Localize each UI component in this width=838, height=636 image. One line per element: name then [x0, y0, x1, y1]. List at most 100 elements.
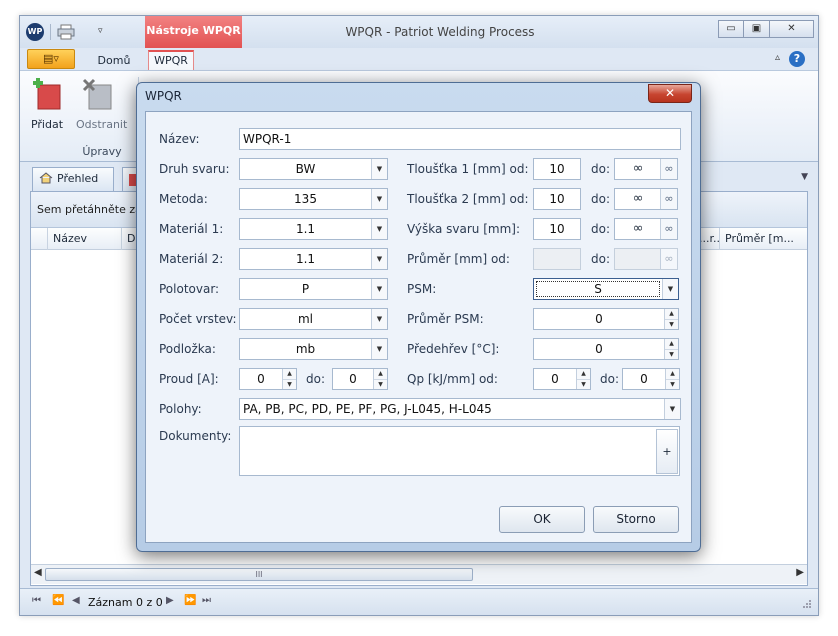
name-input[interactable]: WPQR-1	[239, 128, 681, 150]
previous-page-icon[interactable]: ⏪	[52, 595, 64, 606]
app-logo-icon[interactable]: WP	[26, 23, 44, 41]
psm-diameter-spinner[interactable]: 0 ▲ ▼	[533, 308, 679, 330]
title-bar: WP ▿ Nástroje WPQR WPQR - Patriot Weldin…	[20, 16, 818, 48]
chevron-down-icon[interactable]: ▼	[371, 159, 387, 179]
add-document-button[interactable]: +	[656, 429, 678, 474]
preheat-label: Předehřev [°C]:	[407, 342, 500, 356]
product-form-label: Polotovar:	[159, 282, 220, 296]
psm-diameter-label: Průměr PSM:	[407, 312, 484, 326]
current-label: Proud [A]:	[159, 372, 219, 386]
next-page-icon[interactable]: ⏩	[184, 595, 196, 606]
chevron-down-icon[interactable]: ▼	[371, 339, 387, 359]
column-header-name[interactable]: Název	[47, 228, 121, 250]
layers-select[interactable]: ml ▼	[239, 308, 388, 330]
current-to-spinner[interactable]: 0 ▲ ▼	[332, 368, 388, 390]
ok-button[interactable]: OK	[499, 506, 585, 533]
spinner-arrows-icon[interactable]: ▲ ▼	[282, 369, 296, 389]
chevron-down-icon[interactable]: ▼	[371, 309, 387, 329]
delete-document-icon	[82, 78, 112, 110]
dialog-close-button[interactable]: ✕	[648, 84, 692, 103]
infinity-toggle-icon[interactable]: ∞	[660, 189, 677, 209]
scroll-thumb[interactable]: III	[45, 568, 473, 581]
layers-label: Počet vrstev:	[159, 312, 237, 326]
resize-grip-icon[interactable]	[802, 599, 812, 609]
current-to-label: do:	[306, 372, 326, 386]
chevron-down-icon[interactable]: ▼	[664, 399, 680, 419]
previous-record-icon[interactable]: ◀	[72, 595, 80, 606]
column-header-diameter[interactable]: Průměr [m...	[719, 228, 807, 250]
chevron-down-icon[interactable]: ▼	[662, 279, 678, 299]
infinity-toggle-icon[interactable]: ∞	[660, 159, 677, 179]
material2-select[interactable]: 1.1 ▼	[239, 248, 388, 270]
infinity-toggle-icon[interactable]: ∞	[660, 249, 677, 269]
method-select[interactable]: 135 ▼	[239, 188, 388, 210]
thickness1-to-label: do:	[591, 162, 611, 176]
positions-select[interactable]: PA, PB, PC, PD, PE, PF, PG, J-L045, H-L0…	[239, 398, 681, 420]
window-title: WPQR - Patriot Welding Process	[345, 25, 535, 39]
dialog-body: Název: WPQR-1 Druh svaru: BW ▼ Metoda: 1…	[145, 111, 692, 543]
dialog-title: WPQR	[145, 89, 182, 103]
tab-overview[interactable]: Přehled	[32, 167, 114, 191]
help-icon[interactable]: ?	[789, 51, 805, 67]
thickness2-to-label: do:	[591, 192, 611, 206]
quick-access-dropdown-icon[interactable]: ▿	[98, 26, 103, 36]
chevron-down-icon[interactable]: ▼	[371, 249, 387, 269]
file-menu-button[interactable]: ▤▿	[27, 49, 75, 69]
delete-button[interactable]: Odstranit	[76, 77, 127, 131]
thickness1-to-input[interactable]: ∞ ∞	[614, 158, 678, 180]
diameter-to-input[interactable]: ∞	[614, 248, 678, 270]
scroll-left-icon[interactable]: ◀	[34, 567, 42, 578]
infinity-toggle-icon[interactable]: ∞	[660, 219, 677, 239]
spinner-arrows-icon[interactable]: ▲ ▼	[373, 369, 387, 389]
heat-input-from-spinner[interactable]: 0 ▲ ▼	[533, 368, 591, 390]
first-record-icon[interactable]: ⏮	[32, 595, 41, 606]
tabs-dropdown-icon[interactable]: ▼	[801, 172, 808, 182]
wpqr-dialog: WPQR ✕ Název: WPQR-1 Druh svaru: BW ▼ Me…	[136, 82, 701, 552]
next-record-icon[interactable]: ▶	[166, 595, 174, 606]
spinner-arrows-icon[interactable]: ▲ ▼	[664, 309, 678, 329]
name-label: Název:	[159, 132, 200, 146]
product-form-value: P	[301, 282, 310, 296]
window-controls: ▭ ▣ ✕	[718, 20, 814, 38]
chevron-down-icon[interactable]: ▼	[371, 189, 387, 209]
spinner-arrows-icon[interactable]: ▲ ▼	[664, 339, 678, 359]
add-button[interactable]: Přidat	[25, 77, 69, 131]
psm-value: S	[536, 281, 660, 297]
chevron-down-icon[interactable]: ▼	[371, 279, 387, 299]
documents-list[interactable]: +	[239, 426, 680, 476]
spinner-arrows-icon[interactable]: ▲ ▼	[665, 369, 679, 389]
psm-label: PSM:	[407, 282, 437, 296]
printer-icon[interactable]	[57, 24, 75, 40]
heat-input-to-spinner[interactable]: 0 ▲ ▼	[622, 368, 680, 390]
thickness1-from-input[interactable]: 10	[533, 158, 581, 180]
spinner-arrows-icon[interactable]: ▲ ▼	[576, 369, 590, 389]
preheat-spinner[interactable]: 0 ▲ ▼	[533, 338, 679, 360]
material1-label: Materiál 1:	[159, 222, 224, 236]
diameter-from-input[interactable]	[533, 248, 581, 270]
material1-select[interactable]: 1.1 ▼	[239, 218, 388, 240]
thickness2-to-input[interactable]: ∞ ∞	[614, 188, 678, 210]
thickness1-to-value: ∞	[632, 161, 644, 176]
collapse-ribbon-icon[interactable]: ▵	[775, 52, 780, 63]
weld-height-to-input[interactable]: ∞ ∞	[614, 218, 678, 240]
method-value: 135	[294, 192, 317, 206]
thickness1-label: Tloušťka 1 [mm] od:	[407, 162, 529, 176]
minimize-button[interactable]: ▭	[718, 20, 744, 38]
close-button[interactable]: ✕	[770, 20, 814, 38]
add-document-icon	[33, 78, 61, 110]
restore-button[interactable]: ▣	[744, 20, 770, 38]
psm-select[interactable]: S ▼	[533, 278, 679, 300]
tab-home[interactable]: Domů	[90, 51, 138, 70]
backing-select[interactable]: mb ▼	[239, 338, 388, 360]
thickness2-from-input[interactable]: 10	[533, 188, 581, 210]
weld-type-select[interactable]: BW ▼	[239, 158, 388, 180]
horizontal-scrollbar[interactable]: ◀ III ▶	[31, 564, 807, 584]
scroll-right-icon[interactable]: ▶	[796, 567, 804, 578]
weld-height-from-input[interactable]: 10	[533, 218, 581, 240]
cancel-button[interactable]: Storno	[593, 506, 679, 533]
last-record-icon[interactable]: ⏭	[202, 595, 211, 606]
product-form-select[interactable]: P ▼	[239, 278, 388, 300]
tab-wpqr[interactable]: WPQR	[148, 50, 194, 71]
current-from-spinner[interactable]: 0 ▲ ▼	[239, 368, 297, 390]
chevron-down-icon[interactable]: ▼	[371, 219, 387, 239]
